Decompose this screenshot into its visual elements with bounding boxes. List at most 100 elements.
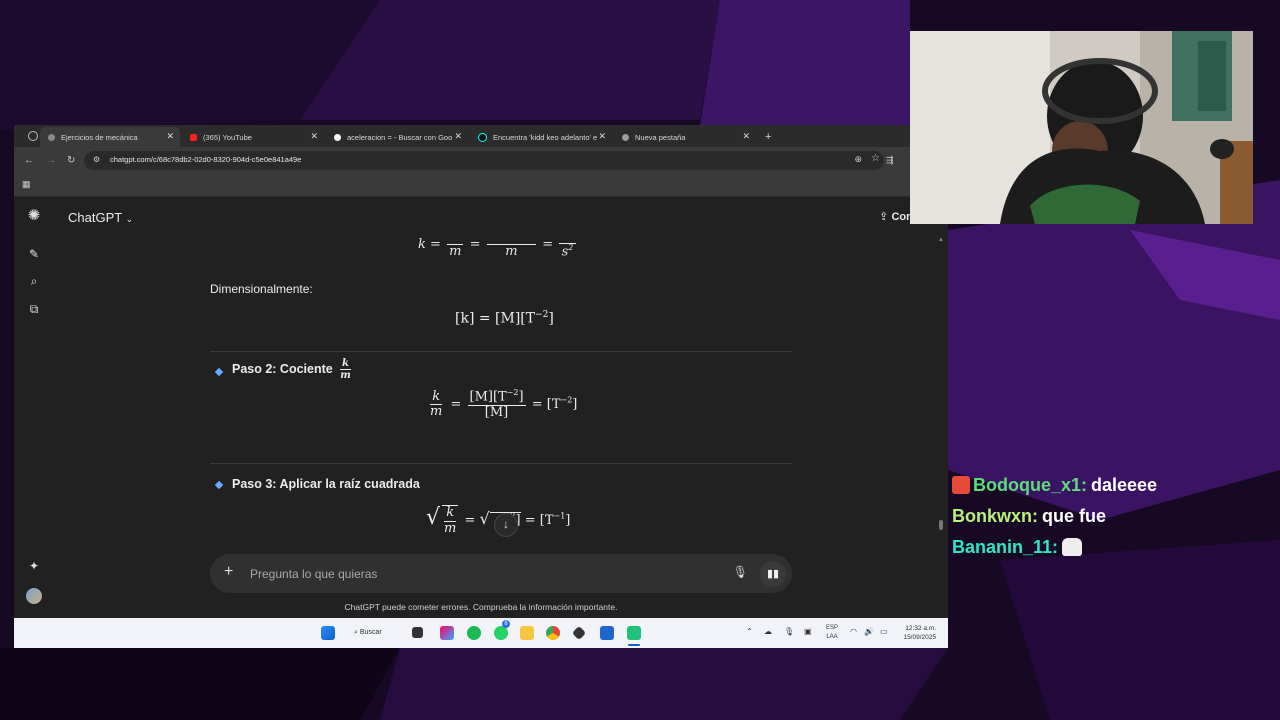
- divider: [210, 463, 792, 464]
- scroll-down-button[interactable]: ↓: [494, 513, 518, 537]
- file-explorer-icon[interactable]: [520, 626, 534, 640]
- prompt-input[interactable]: Pregunta lo que quieras: [250, 567, 377, 581]
- extensions-icon[interactable]: ⇶: [886, 155, 894, 166]
- spotify-icon[interactable]: [467, 626, 481, 640]
- chat-message: Bodoque_x1: daleeee: [952, 475, 1157, 496]
- windows-taskbar: ⌕ Buscar 8 ⌃ ☁ 🎙 ▣ ESP LAA ◠ 🔊 ▭ 12:32 a…: [14, 618, 948, 648]
- equation-step2: km = [M][T−2] [M] = [T−2]: [430, 388, 578, 420]
- conversation: k = m = m = s2 Dimensionalmente: [k] = […: [54, 237, 948, 547]
- message-composer[interactable]: + Pregunta lo que quieras 🎙 ▮▮: [210, 554, 792, 593]
- tab-tiktok[interactable]: Encuentra 'kidd keo adelanto' e ✕: [470, 127, 612, 147]
- chat-message: Bonkwxn: que fue: [952, 506, 1106, 527]
- chat-message: Bananin_11:: [952, 537, 1083, 558]
- step3-title: Paso 3: Aplicar la raíz cuadrada: [232, 477, 420, 491]
- share-icon: ⇪: [879, 211, 889, 223]
- chatgpt-header: ChatGPT ⌄ ⇪ Compartir: [54, 197, 948, 237]
- chatgpt-sidebar: ✺ ✎ ⌕ ⧉ ✦: [14, 197, 54, 618]
- webcam-feed-image: [910, 31, 1253, 224]
- search-icon[interactable]: ⌕: [26, 273, 42, 289]
- tray-mic-icon[interactable]: 🎙: [784, 627, 794, 636]
- divider: [210, 351, 792, 352]
- close-tab-icon[interactable]: ✕: [454, 131, 462, 142]
- tab-title: Nueva pestaña: [635, 132, 686, 142]
- unity-icon[interactable]: [571, 625, 587, 641]
- close-tab-icon[interactable]: ✕: [310, 131, 318, 142]
- chat-badge-icon: [952, 476, 970, 494]
- whatsapp-icon[interactable]: [494, 626, 508, 640]
- vscode-icon[interactable]: [600, 626, 614, 640]
- copilot-icon[interactable]: [440, 626, 454, 640]
- chat-text: daleeee: [1091, 475, 1158, 495]
- battery-icon[interactable]: ▭: [880, 627, 888, 636]
- dimension-label: Dimensionalmente:: [210, 282, 313, 296]
- address-bar[interactable]: ⚙ chatgpt.com/c/68c78db2-02d0-8320-904d-…: [84, 151, 884, 170]
- zoom-icon[interactable]: ⊕: [854, 154, 862, 165]
- library-icon[interactable]: ⧉: [26, 301, 42, 317]
- wifi-icon[interactable]: ◠: [850, 627, 857, 636]
- forward-icon[interactable]: →: [46, 155, 56, 166]
- equation-dimension: [k] = [M][T−2]: [455, 310, 554, 327]
- url-text[interactable]: chatgpt.com/c/68c78db2-02d0-8320-904d-c5…: [110, 155, 301, 164]
- sparkle-icon[interactable]: ✦: [26, 558, 42, 574]
- scroll-thumb[interactable]: [939, 520, 943, 530]
- chatgpt-taskbar-icon[interactable]: [627, 626, 641, 640]
- reload-icon[interactable]: ↻: [67, 155, 75, 166]
- add-icon[interactable]: +: [224, 563, 233, 581]
- tray-chevron-icon[interactable]: ⌃: [746, 627, 753, 636]
- system-clock[interactable]: 12:32 a.m. 15/09/2025: [903, 624, 936, 642]
- tab-google-search[interactable]: aceleracion = - Buscar con Goo ✕: [326, 127, 468, 147]
- site-settings-icon[interactable]: ⚙: [93, 155, 100, 164]
- chrome-favicon-icon: [622, 133, 629, 141]
- tray-camera-icon[interactable]: ▣: [804, 627, 812, 636]
- openai-logo-icon[interactable]: ✺: [26, 208, 42, 224]
- tab-search-icon[interactable]: [28, 131, 38, 141]
- tray-network-icon[interactable]: ☁: [764, 627, 772, 636]
- new-tab-button[interactable]: +: [760, 127, 780, 147]
- taskbar-search[interactable]: ⌕ Buscar: [354, 625, 404, 641]
- chat-username: Bananin_11:: [952, 537, 1059, 557]
- apps-grid-icon[interactable]: ▦: [22, 179, 31, 190]
- whatsapp-badge: 8: [502, 620, 510, 628]
- windows-start-icon[interactable]: [321, 626, 335, 640]
- task-view-icon[interactable]: [412, 627, 423, 638]
- bookmarks-bar: ▦: [14, 174, 948, 197]
- step2-title: Paso 2: Cociente km: [232, 358, 351, 381]
- chat-text: que fue: [1042, 506, 1107, 526]
- back-icon[interactable]: ←: [24, 155, 34, 166]
- tab-new[interactable]: Nueva pestaña ✕: [614, 127, 756, 147]
- model-selector[interactable]: ChatGPT ⌄: [68, 210, 133, 225]
- tab-youtube[interactable]: (365) YouTube ✕: [182, 127, 324, 147]
- close-tab-icon[interactable]: ✕: [742, 131, 750, 142]
- step-bullet-icon: [214, 480, 224, 490]
- scroll-up-icon[interactable]: ▲: [938, 237, 944, 243]
- volume-icon[interactable]: 🔊: [864, 627, 874, 636]
- active-app-indicator: [628, 644, 640, 646]
- chevron-down-icon: ⌄: [125, 214, 134, 224]
- language-indicator[interactable]: ESP LAA: [826, 624, 838, 642]
- tiktok-favicon-icon: [478, 132, 487, 142]
- close-tab-icon[interactable]: ✕: [598, 131, 606, 142]
- new-chat-icon[interactable]: ✎: [26, 246, 42, 262]
- voice-mode-button[interactable]: ▮▮: [760, 561, 786, 587]
- chatgpt-favicon-icon: [48, 133, 55, 141]
- tab-ejercicios[interactable]: Ejercicios de mecánica ✕: [40, 127, 180, 147]
- chrome-icon[interactable]: [546, 626, 560, 640]
- equation-partial-top: k = m = m = s2: [418, 237, 578, 260]
- chat-emote-icon: [1062, 538, 1083, 556]
- microphone-icon[interactable]: 🎙: [733, 565, 748, 579]
- close-tab-icon[interactable]: ✕: [166, 131, 174, 142]
- google-favicon-icon: [334, 133, 341, 141]
- chat-username: Bonkwxn:: [952, 506, 1039, 526]
- tab-title: Ejercicios de mecánica: [61, 132, 138, 142]
- bookmark-star-icon[interactable]: ☆: [871, 153, 880, 164]
- tab-title: (365) YouTube: [203, 132, 252, 142]
- tab-title: Encuentra 'kidd keo adelanto' e: [493, 132, 598, 142]
- tab-title: aceleracion = - Buscar con Goo: [347, 132, 453, 142]
- webcam-overlay: [910, 31, 1253, 224]
- tab-bar: Ejercicios de mecánica ✕ (365) YouTube ✕…: [14, 125, 948, 147]
- chat-username: Bodoque_x1:: [973, 475, 1088, 495]
- step-bullet-icon: [214, 367, 224, 377]
- browser-window: Ejercicios de mecánica ✕ (365) YouTube ✕…: [14, 125, 948, 648]
- scrollbar[interactable]: ▲: [938, 237, 944, 557]
- disclaimer-text: ChatGPT puede cometer errores. Comprueba…: [344, 602, 618, 612]
